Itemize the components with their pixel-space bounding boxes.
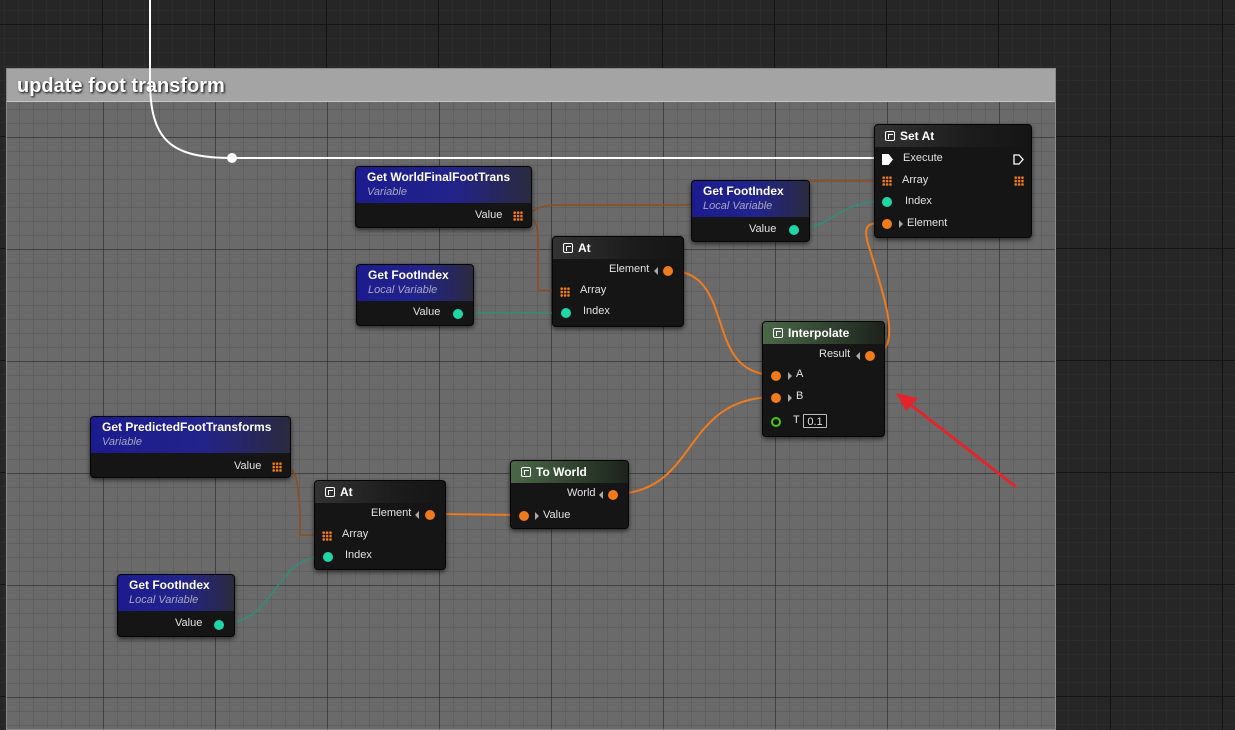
world-out-pin[interactable] <box>608 490 618 500</box>
node-title: At <box>578 241 591 255</box>
index-wire-at2 <box>218 555 329 625</box>
array-out-pin[interactable] <box>513 211 523 221</box>
pin-label-array: Array <box>580 284 607 296</box>
get-predicted-foot-transforms-node[interactable]: Get PredictedFootTransforms Variable Val… <box>90 416 291 478</box>
array-out-pin[interactable] <box>1014 176 1024 186</box>
node-title: Set At <box>900 129 935 143</box>
pin-label-index: Index <box>583 305 610 317</box>
node-title: Get WorldFinalFootTrans <box>367 170 511 184</box>
function-icon <box>521 467 531 477</box>
array-out-pin[interactable] <box>272 462 282 472</box>
node-title: To World <box>536 465 587 479</box>
pin-label-result: Result <box>819 348 851 360</box>
function-icon <box>885 131 895 141</box>
world-wire-toworld-interp <box>612 396 776 495</box>
index-in-pin[interactable] <box>882 197 892 207</box>
pin-label-index: Index <box>905 195 932 207</box>
value-in-pin[interactable] <box>519 511 529 521</box>
pin-label-array: Array <box>342 528 369 540</box>
node-subtitle: Local Variable <box>368 284 438 296</box>
expand-arrow-icon[interactable] <box>788 372 792 380</box>
pin-label-value: Value <box>475 209 503 221</box>
index-in-pin[interactable] <box>561 308 571 318</box>
reroute-node <box>227 153 237 163</box>
node-subtitle: Local Variable <box>703 200 773 212</box>
t-in-pin[interactable] <box>771 417 781 427</box>
pin-label-value: Value <box>175 617 203 629</box>
exec-in-pin[interactable] <box>882 154 893 165</box>
node-title: Interpolate <box>788 326 850 340</box>
node-subtitle: Variable <box>102 436 142 448</box>
expand-arrow-icon[interactable] <box>856 352 860 360</box>
int-out-pin[interactable] <box>789 225 799 235</box>
pin-label-value: Value <box>413 306 441 318</box>
pin-label-world: World <box>567 487 596 499</box>
element-in-pin[interactable] <box>882 219 892 229</box>
exec-out-pin[interactable] <box>1013 154 1024 165</box>
pin-label-b: B <box>796 390 804 402</box>
index-in-pin[interactable] <box>323 552 333 562</box>
pin-label-index: Index <box>345 549 372 561</box>
pin-label-element: Element <box>609 263 650 275</box>
int-out-pin[interactable] <box>214 620 224 630</box>
node-title: Get PredictedFootTransforms <box>102 420 272 434</box>
expand-arrow-icon[interactable] <box>599 491 603 499</box>
array-in-pin[interactable] <box>322 531 332 541</box>
element-out-pin[interactable] <box>663 266 673 276</box>
a-in-pin[interactable] <box>771 371 781 381</box>
node-title: Get FootIndex <box>703 184 784 198</box>
at-node-1[interactable]: At Element Array Index <box>552 236 684 327</box>
get-world-final-foot-trans-node[interactable]: Get WorldFinalFootTrans Variable Value <box>355 166 532 228</box>
at-node-2[interactable]: At Element Array Index <box>314 480 446 570</box>
b-in-pin[interactable] <box>771 393 781 403</box>
pin-label-element: Element <box>907 217 948 229</box>
node-title: Get FootIndex <box>368 268 449 282</box>
expand-arrow-icon[interactable] <box>788 394 792 402</box>
pin-label-a: A <box>796 368 804 380</box>
expand-arrow-icon[interactable] <box>415 511 419 519</box>
int-out-pin[interactable] <box>453 309 463 319</box>
pin-label-execute: Execute <box>903 152 943 164</box>
set-at-node[interactable]: Set At Execute Array Index Element <box>874 124 1032 238</box>
node-subtitle: Local Variable <box>129 594 199 606</box>
get-foot-index-node-3[interactable]: Get FootIndex Local Variable Value <box>117 574 235 637</box>
pin-label-array: Array <box>902 174 929 186</box>
interpolate-node[interactable]: Interpolate Result A B T 0.1 <box>762 321 885 437</box>
element-out-pin[interactable] <box>425 510 435 520</box>
pin-label-t: T <box>793 414 800 426</box>
pin-label-value: Value <box>234 460 262 472</box>
get-foot-index-node-1[interactable]: Get FootIndex Local Variable Value <box>691 180 810 242</box>
expand-arrow-icon[interactable] <box>899 220 903 228</box>
exec-wire <box>149 0 886 159</box>
expand-arrow-icon[interactable] <box>535 512 539 520</box>
result-out-pin[interactable] <box>865 351 875 361</box>
pin-label-element: Element <box>371 507 412 519</box>
function-icon <box>325 487 335 497</box>
array-in-pin[interactable] <box>882 176 892 186</box>
to-world-node[interactable]: To World World Value <box>510 460 629 529</box>
pin-label-value: Value <box>543 509 571 521</box>
t-value-input[interactable]: 0.1 <box>803 414 827 428</box>
array-in-pin[interactable] <box>560 287 570 297</box>
node-subtitle: Variable <box>367 186 407 198</box>
node-title: Get FootIndex <box>129 578 210 592</box>
expand-arrow-icon[interactable] <box>654 267 658 275</box>
pin-label-value: Value <box>749 223 777 235</box>
function-icon <box>773 328 783 338</box>
annotation-arrow-shaft <box>905 399 1017 489</box>
get-foot-index-node-2[interactable]: Get FootIndex Local Variable Value <box>356 264 474 326</box>
function-icon <box>563 243 573 253</box>
node-title: At <box>340 485 353 499</box>
